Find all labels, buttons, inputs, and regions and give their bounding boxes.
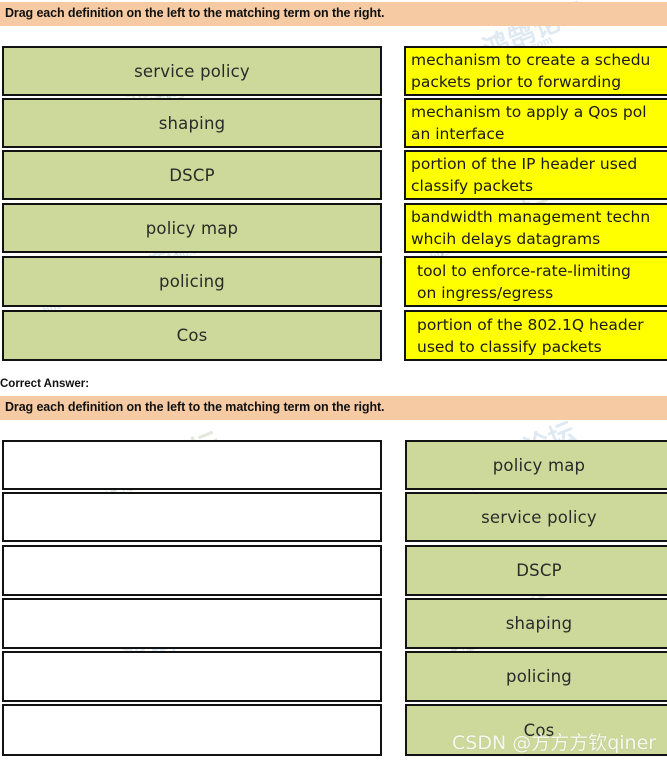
question-term-box[interactable]: DSCP [2,150,382,200]
csdn-watermark: CSDN @方方方钦qiner [452,732,657,754]
question-term-box[interactable]: service policy [2,46,382,96]
definition-line2: packets prior to forwarding [411,73,622,91]
answer-term-box-label: DSCP [516,561,562,580]
answer-drop-slot[interactable] [2,651,382,702]
answer-term-box[interactable]: policing [405,651,667,702]
question-term-box-label: Cos [176,326,208,345]
definition-line2: whcih delays datagrams [411,230,601,248]
definition-line1: portion of the 802.1Q header [417,315,644,334]
definition-line2: an interface [411,125,505,143]
question-instruction-banner: Drag each definition on the left to the … [0,2,667,26]
question-instruction-text: Drag each definition on the left to the … [5,6,385,20]
question-term-box-label: service policy [134,61,250,81]
definition-highlight: portion of the IP header used classify pa… [406,152,667,198]
answer-term-box[interactable]: policy map [405,440,667,490]
definition-line1: bandwidth management techn [411,208,651,226]
definition-card[interactable]: mechanism to create a schedu packets prio… [404,46,667,96]
answer-instruction-text: Drag each definition on the left to the … [5,400,385,414]
definition-line2: on ingress/egress [417,283,554,302]
answer-drop-slot[interactable] [2,598,382,649]
answer-instruction-banner: Drag each definition on the left to the … [0,396,667,420]
definition-line1: mechanism to create a schedu [411,51,651,69]
question-term-box-label: policy map [145,218,239,238]
answer-drop-slot[interactable] [2,440,382,490]
answer-term-box-label: policy map [492,455,586,475]
definition-highlight: mechanism to create a schedu packets prio… [406,48,667,94]
definition-line1: mechanism to apply a Qos pol [411,103,647,121]
answer-drop-slot[interactable] [2,492,382,542]
definition-highlight: tool to enforce-rate-limiting on ingress/… [406,258,667,305]
question-term-box-label: shaping [158,113,226,133]
answer-term-box[interactable]: shaping [405,598,667,649]
question-term-box[interactable]: policing [2,256,382,307]
answer-term-box-label: service policy [481,507,597,527]
question-term-box[interactable]: policy map [2,203,382,253]
answer-drop-slot[interactable] [2,545,382,596]
answer-term-box-label: shaping [505,614,573,633]
answer-term-box[interactable]: service policy [405,492,667,542]
definition-highlight: bandwidth management techn whcih delays d… [406,205,667,251]
answer-drop-slot[interactable] [2,704,382,756]
question-term-box[interactable]: shaping [2,98,382,148]
question-term-box-label: DSCP [169,165,215,185]
question-term-box[interactable]: Cos [2,310,382,361]
question-term-box-label: policing [159,272,225,291]
definition-card[interactable]: portion of the IP header used classify pa… [404,150,667,200]
answer-term-box-label: policing [506,667,572,686]
definition-card[interactable]: tool to enforce-rate-limiting on ingress/… [404,256,667,307]
definition-line1: portion of the IP header used [411,155,638,173]
answer-term-box[interactable]: DSCP [405,545,667,596]
definition-line2: used to classify packets [417,337,602,356]
definition-highlight: mechanism to apply a Qos pol an interface [406,100,667,146]
definition-card[interactable]: bandwidth management techn whcih delays d… [404,203,667,253]
definition-line2: classify packets [411,177,534,195]
definition-card[interactable]: portion of the 802.1Q header used to clas… [404,310,667,361]
definition-line1: tool to enforce-rate-limiting [417,261,631,280]
correct-answer-label: Correct Answer: [0,378,90,390]
definition-card[interactable]: mechanism to apply a Qos pol an interface [404,98,667,148]
definition-highlight: portion of the 802.1Q header used to clas… [406,312,667,359]
